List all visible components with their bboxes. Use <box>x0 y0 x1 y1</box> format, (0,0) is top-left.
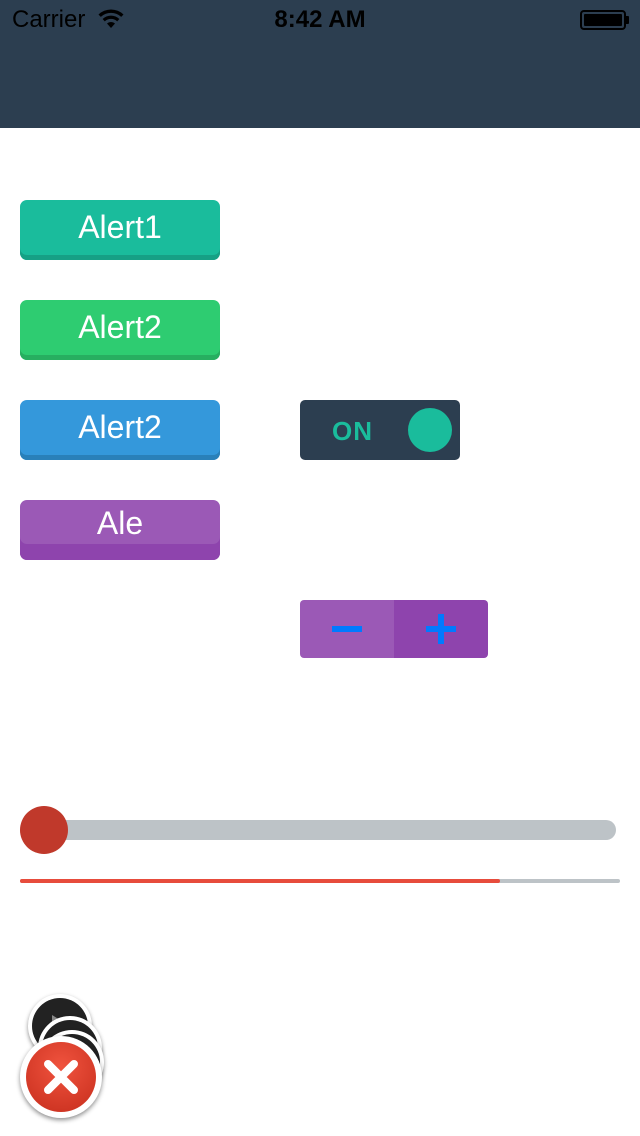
on-off-switch[interactable]: ON <box>300 400 460 460</box>
minus-icon <box>332 626 362 632</box>
ale-button[interactable]: Ale <box>20 500 220 560</box>
alert1-button[interactable]: Alert1 <box>20 200 220 260</box>
close-icon <box>44 1060 78 1094</box>
slider-thumb[interactable] <box>20 806 68 854</box>
progress-bar <box>20 879 620 883</box>
progress-fill <box>20 879 500 883</box>
battery-icon <box>580 10 626 30</box>
plus-icon <box>426 614 456 644</box>
stepper-increment-button[interactable] <box>394 600 488 658</box>
alert2-blue-button[interactable]: Alert2 <box>20 400 220 460</box>
stepper-decrement-button[interactable] <box>300 600 394 658</box>
switch-label: ON <box>332 416 373 446</box>
status-time: 8:42 AM <box>274 6 366 33</box>
battery-tip <box>626 16 629 24</box>
slider-track[interactable] <box>20 820 616 840</box>
status-bar: Carrier 8:42 AM <box>0 0 640 40</box>
fab-close-button[interactable] <box>20 1036 102 1118</box>
switch-knob <box>408 408 452 452</box>
stepper <box>300 600 488 658</box>
alert2-button[interactable]: Alert2 <box>20 300 220 360</box>
